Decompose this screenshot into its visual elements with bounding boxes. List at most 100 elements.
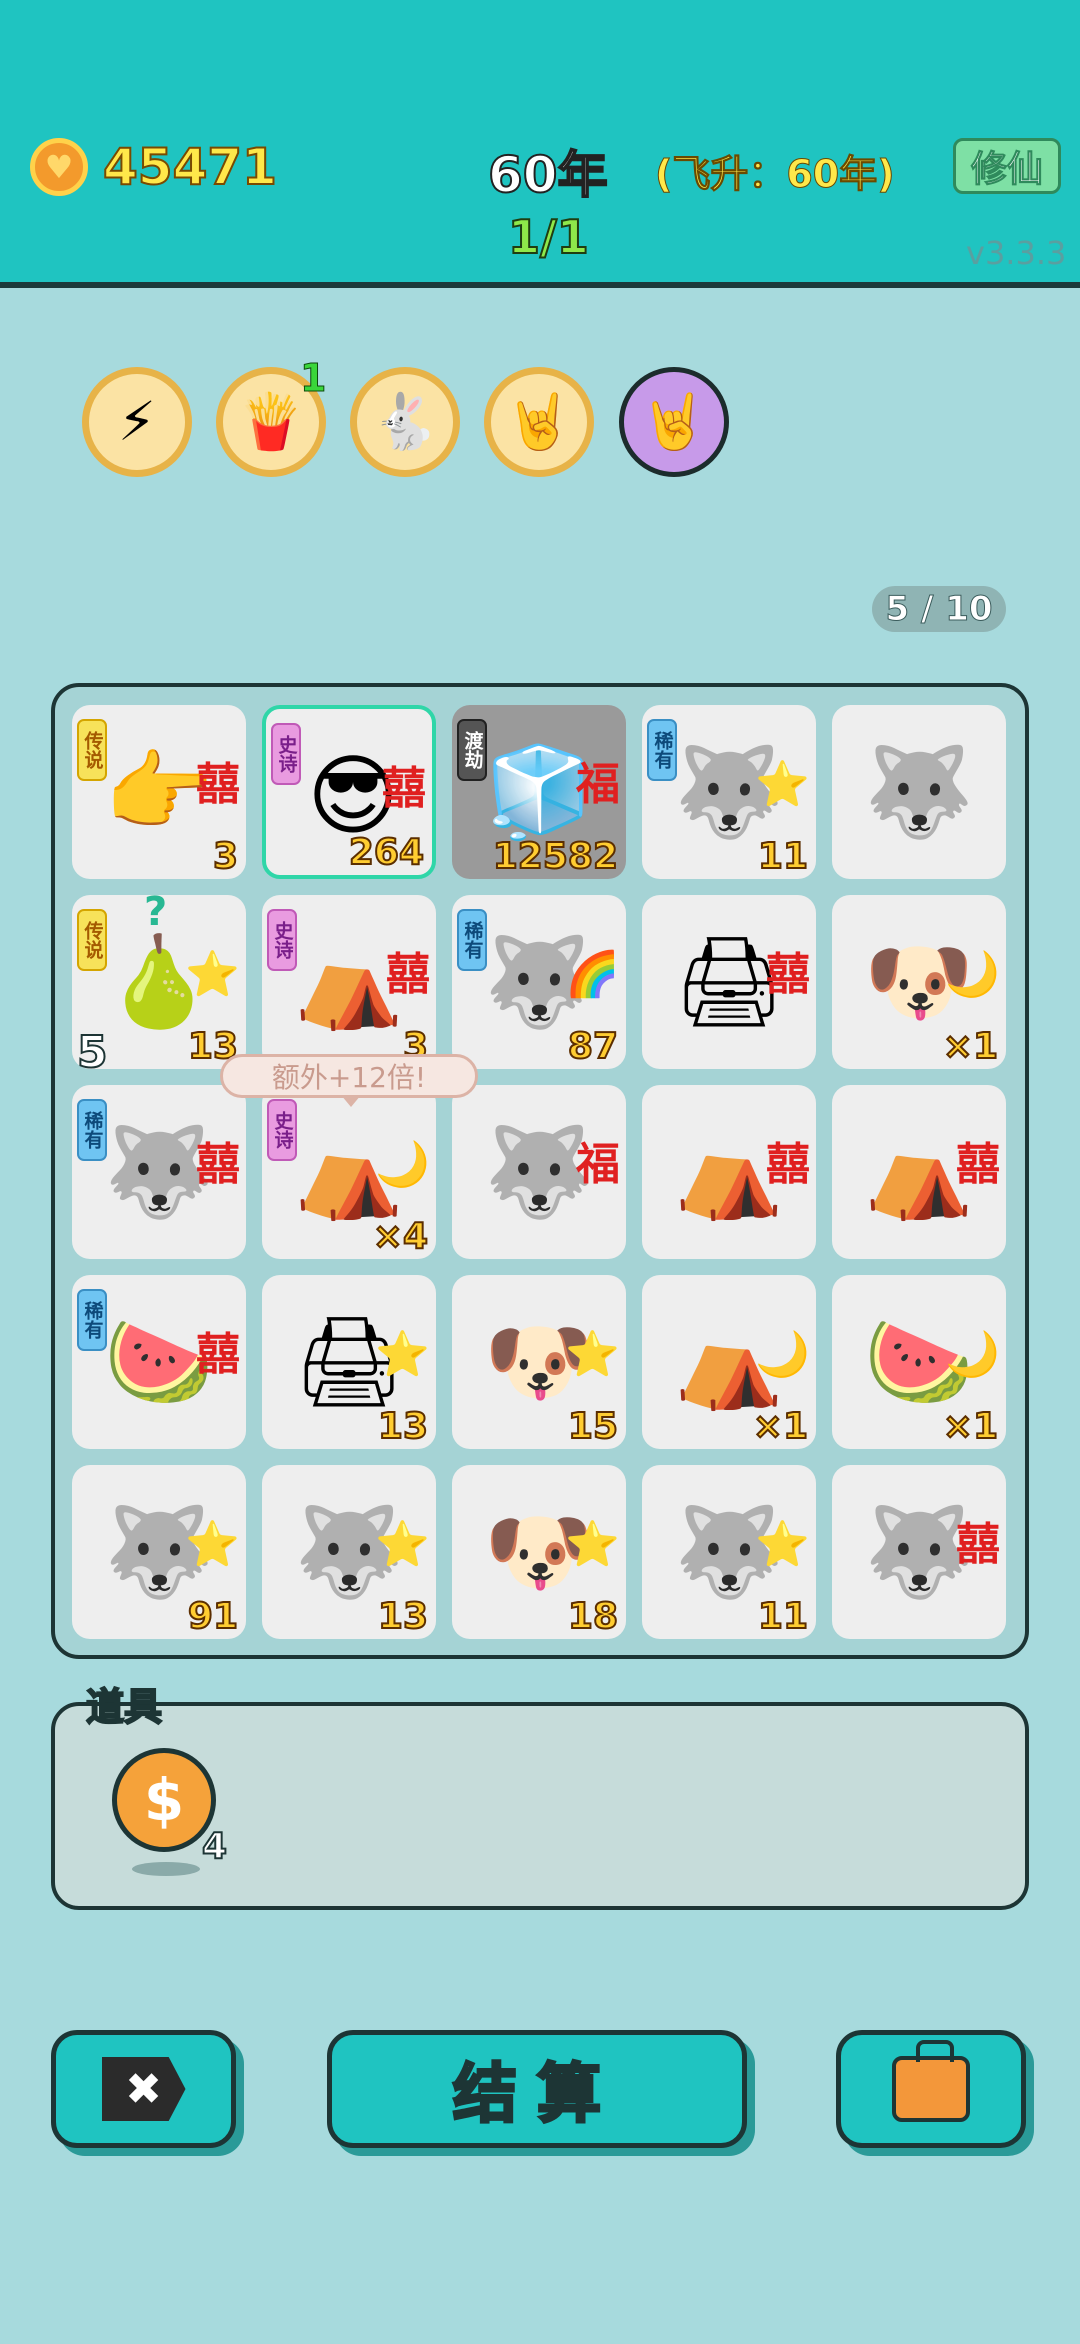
dollar-coin-count: 4 (201, 1825, 228, 1868)
cell-value: 13 (377, 1405, 429, 1448)
bonus-badge: ⭐ (185, 1519, 240, 1570)
grid-cell[interactable]: 🐺 稀有 ⭐ 11 (642, 705, 816, 879)
bunny-buff-icon[interactable]: 🐇 (350, 367, 460, 477)
husky-icon: 🐺 (864, 740, 974, 843)
grid-cell[interactable]: 🖨 ⭐ 13 (262, 1275, 436, 1449)
bonus-badge: 🌈 (565, 949, 620, 1000)
grid-cell[interactable]: 🐺 稀有囍 (72, 1085, 246, 1259)
cell-value: ×1 (942, 1405, 999, 1448)
bonus-badge: 囍 (196, 1329, 240, 1380)
bonus-badge: ⭐ (565, 1329, 620, 1380)
buff-glyph: 🐇 (371, 390, 439, 453)
grid-cell[interactable]: 🐶 ⭐ 15 (452, 1275, 626, 1449)
row-multiplier: 5 (76, 1026, 109, 1079)
bonus-badge: ⭐ (755, 759, 810, 810)
lightning-buff-icon[interactable]: ⚡ (82, 367, 192, 477)
grid-cell[interactable]: 🐺 稀有 🌈 87 (452, 895, 626, 1069)
bonus-badge: 🌙 (375, 1139, 430, 1190)
question-mark-icon: ? (144, 895, 168, 935)
grid-cell[interactable]: 🐺 囍 (832, 1465, 1006, 1639)
bonus-tooltip: 额外+12倍! (220, 1054, 478, 1107)
bonus-badge: ⭐ (755, 1519, 810, 1570)
grid-cell[interactable]: 🐺 ⭐ 13 (262, 1465, 436, 1639)
grid-cell[interactable]: 🧊 渡劫福 12582 (452, 705, 626, 879)
rarity-tag: 传说 (77, 909, 107, 971)
bonus-badge: 囍 (196, 1139, 240, 1190)
grid-cell[interactable]: 🍉 🌙 ×1 (832, 1275, 1006, 1449)
cell-value: 264 (348, 831, 425, 874)
rarity-tag: 史诗 (267, 1099, 297, 1161)
bonus-badge: 🌙 (945, 949, 1000, 1000)
cell-value: 12582 (492, 835, 619, 878)
rarity-tag: 史诗 (271, 723, 301, 785)
backpack-button[interactable] (836, 2030, 1026, 2148)
grid-cell[interactable]: ⛺ 🌙 ×1 (642, 1275, 816, 1449)
grid-cell[interactable]: ⛺ 囍 (642, 1085, 816, 1259)
bonus-badge: 福 (576, 1139, 620, 1190)
cell-value: 87 (567, 1025, 619, 1068)
bonus-badge: 福 (576, 759, 620, 810)
coin-count: 45471 (102, 137, 278, 197)
settle-button[interactable]: 结算 (327, 2030, 747, 2148)
grid-cell[interactable]: 🐺 (832, 705, 1006, 879)
version-label: v3.3.3 (966, 234, 1067, 272)
items-title: 道具 (85, 1684, 163, 1730)
buff-glyph: 🍟 (237, 390, 305, 453)
close-icon: ✖ (101, 2057, 186, 2121)
cell-value: ×1 (942, 1025, 999, 1068)
cell-value: ×4 (372, 1215, 429, 1258)
buff-glyph: 🤘 (640, 390, 708, 453)
briefcase-icon (892, 2040, 970, 2122)
bonus-badge: 🌙 (945, 1329, 1000, 1380)
cell-value: ×1 (752, 1405, 809, 1448)
grid-cell[interactable]: 🐺 ⭐ 11 (642, 1465, 816, 1639)
buff-count: 1 (299, 356, 327, 401)
cell-value: 11 (757, 1595, 809, 1638)
bonus-badge: 囍 (382, 763, 426, 814)
bonus-badge: 囍 (766, 949, 810, 1000)
dollar-coin-icon[interactable]: $ (112, 1748, 216, 1852)
grid-cell[interactable]: 😎 史诗囍 264 (262, 705, 436, 879)
bonus-badge: 囍 (956, 1519, 1000, 1570)
rarity-tag: 稀有 (77, 1289, 107, 1351)
rarity-tag: 史诗 (267, 909, 297, 971)
rock-hand-buff-icon[interactable]: 🤘 (484, 367, 594, 477)
rarity-tag: 传说 (77, 719, 107, 781)
rock-hand-buff-icon-2[interactable]: 🤘 (619, 367, 729, 477)
cell-value: 18 (567, 1595, 619, 1638)
cell-value: 15 (567, 1405, 619, 1448)
buff-glyph: 🤘 (505, 390, 573, 453)
bonus-badge: ⭐ (565, 1519, 620, 1570)
rarity-tag: 渡劫 (457, 719, 487, 781)
bonus-badge: ⭐ (185, 949, 240, 1000)
grid-cell[interactable]: 🍉 稀有囍 (72, 1275, 246, 1449)
rarity-tag: 稀有 (457, 909, 487, 971)
bonus-badge: 囍 (956, 1139, 1000, 1190)
bonus-badge: ⭐ (375, 1519, 430, 1570)
grid-cell[interactable]: 🖨 囍 (642, 895, 816, 1069)
bonus-badge: 囍 (386, 949, 430, 1000)
bonus-badge: 囍 (196, 759, 240, 810)
grid-cell[interactable]: ⛺ 史诗 🌙 ×4 (262, 1085, 436, 1259)
round-counter: 1/1 (507, 209, 590, 265)
grid-cell[interactable]: 🐶 ⭐ 18 (452, 1465, 626, 1639)
ascend-label: (飞升：60年) (655, 152, 896, 197)
buff-glyph: ⚡ (118, 390, 156, 453)
bonus-badge: ⭐ (375, 1329, 430, 1380)
year-label: 60年 (487, 145, 609, 205)
grid-cell[interactable]: 🐺 福 (452, 1085, 626, 1259)
cell-value: 11 (757, 835, 809, 878)
grid-cell[interactable]: 👉 传说囍 3 (72, 705, 246, 879)
rarity-tag: 稀有 (77, 1099, 107, 1161)
close-button[interactable]: ✖ (51, 2030, 236, 2148)
bonus-badge: 囍 (766, 1139, 810, 1190)
xiuxian-button[interactable]: 修仙 (953, 138, 1061, 194)
grid-cell[interactable]: ⛺ 史诗囍 3 (262, 895, 436, 1069)
grid-cell[interactable]: 🐺 ⭐ 91 (72, 1465, 246, 1639)
rarity-tag: 稀有 (647, 719, 677, 781)
coin-shadow (132, 1862, 200, 1876)
cell-value: 91 (187, 1595, 239, 1638)
cell-value: 13 (377, 1595, 429, 1638)
grid-cell[interactable]: ⛺ 囍 (832, 1085, 1006, 1259)
grid-cell[interactable]: 🐶 🌙 ×1 (832, 895, 1006, 1069)
